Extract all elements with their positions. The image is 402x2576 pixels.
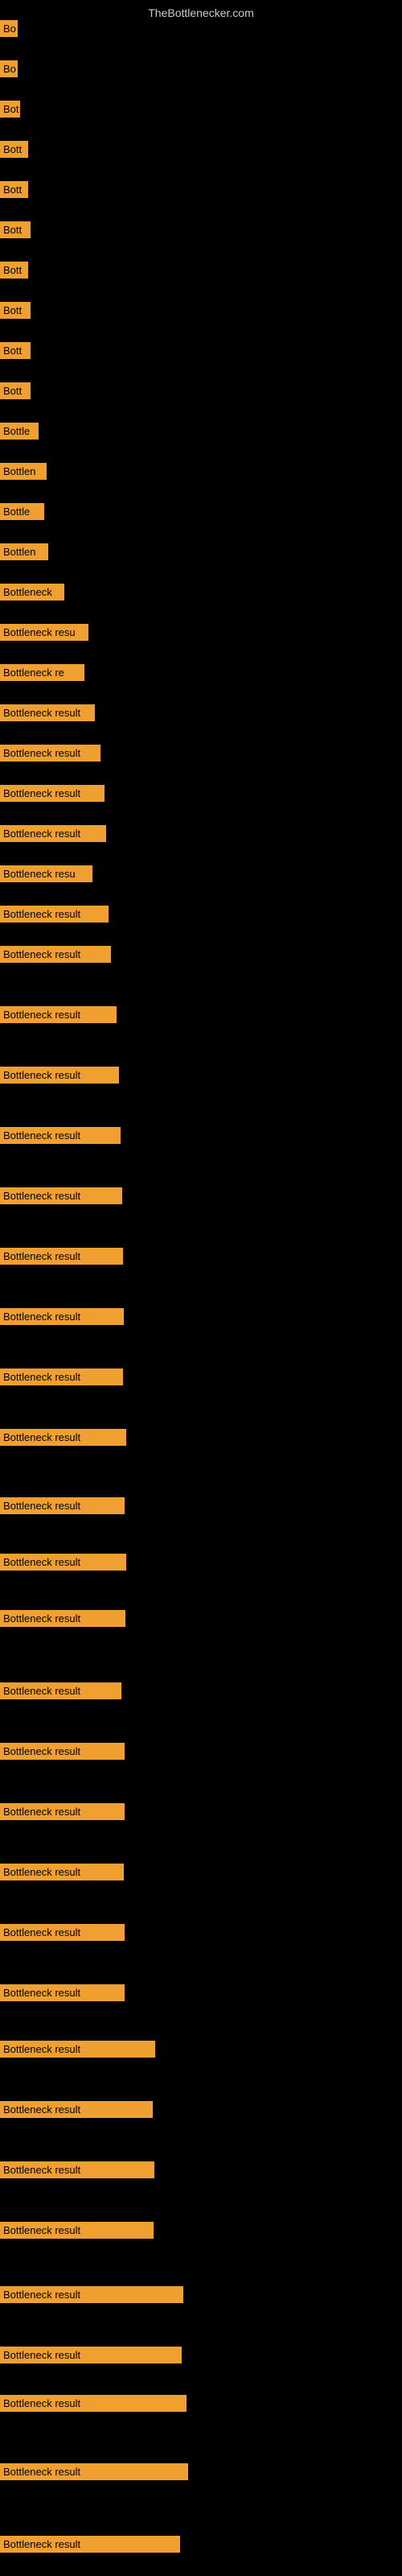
bottleneck-item: Bottleneck result — [0, 2101, 153, 2118]
bottleneck-item: Bottleneck result — [0, 2161, 154, 2178]
bottleneck-item: Bott — [0, 221, 31, 238]
bottleneck-item: Bott — [0, 262, 28, 279]
bottleneck-item: Bottleneck result — [0, 1610, 125, 1627]
bottleneck-item: Bott — [0, 342, 31, 359]
bottleneck-item: Bottleneck result — [0, 1924, 125, 1941]
bottleneck-item: Bott — [0, 302, 31, 319]
bottleneck-item: Bottleneck result — [0, 1127, 121, 1144]
bottleneck-item: Bottleneck result — [0, 2286, 183, 2303]
bottleneck-item: Bottlen — [0, 543, 48, 560]
site-title: TheBottlenecker.com — [0, 0, 402, 23]
bottleneck-item: Bottle — [0, 423, 39, 440]
bottleneck-item: Bottleneck re — [0, 664, 84, 681]
bottleneck-item: Bottle — [0, 503, 44, 520]
bottleneck-item: Bott — [0, 382, 31, 399]
bottleneck-item: Bottleneck result — [0, 1743, 125, 1760]
bottleneck-item: Bottleneck result — [0, 1006, 117, 1023]
bottleneck-item: Bottleneck result — [0, 745, 100, 762]
bottleneck-item: Bottleneck result — [0, 1368, 123, 1385]
bottleneck-item: Bottleneck result — [0, 946, 111, 963]
bottleneck-item: Bottleneck result — [0, 2536, 180, 2553]
bottleneck-item: Bottleneck result — [0, 1308, 124, 1325]
bottleneck-item: Bottleneck result — [0, 1682, 121, 1699]
bottleneck-item: Bottleneck result — [0, 785, 105, 802]
bottleneck-item: Bottleneck result — [0, 2395, 187, 2412]
bottleneck-item: Bottleneck result — [0, 1554, 126, 1571]
bottleneck-item: Bottleneck result — [0, 1248, 123, 1265]
bottleneck-item: Bottleneck resu — [0, 624, 88, 641]
bottleneck-item: Bottleneck result — [0, 1984, 125, 2001]
bottleneck-item: Bottleneck result — [0, 2347, 182, 2363]
bottleneck-item: Bott — [0, 181, 28, 198]
bottleneck-item: Bo — [0, 60, 18, 77]
bottleneck-item: Bo — [0, 20, 18, 37]
bottleneck-item: Bottleneck result — [0, 1067, 119, 1084]
bottleneck-item: Bottleneck result — [0, 704, 95, 721]
bottleneck-item: Bottleneck result — [0, 825, 106, 842]
bottleneck-item: Bottleneck result — [0, 1187, 122, 1204]
bottleneck-item: Bottleneck result — [0, 1864, 124, 1880]
bottleneck-item: Bottleneck result — [0, 2041, 155, 2058]
bottleneck-item: Bottleneck result — [0, 2222, 154, 2239]
bottleneck-item: Bottleneck result — [0, 2463, 188, 2480]
bottleneck-item: Bottleneck result — [0, 1497, 125, 1514]
bottleneck-item: Bott — [0, 141, 28, 158]
bottleneck-item: Bot — [0, 101, 20, 118]
bottleneck-item: Bottleneck — [0, 584, 64, 601]
bottleneck-item: Bottlen — [0, 463, 47, 480]
bottleneck-item: Bottleneck result — [0, 1803, 125, 1820]
bottleneck-item: Bottleneck result — [0, 906, 109, 923]
bottleneck-item: Bottleneck resu — [0, 865, 92, 882]
bottleneck-item: Bottleneck result — [0, 1429, 126, 1446]
